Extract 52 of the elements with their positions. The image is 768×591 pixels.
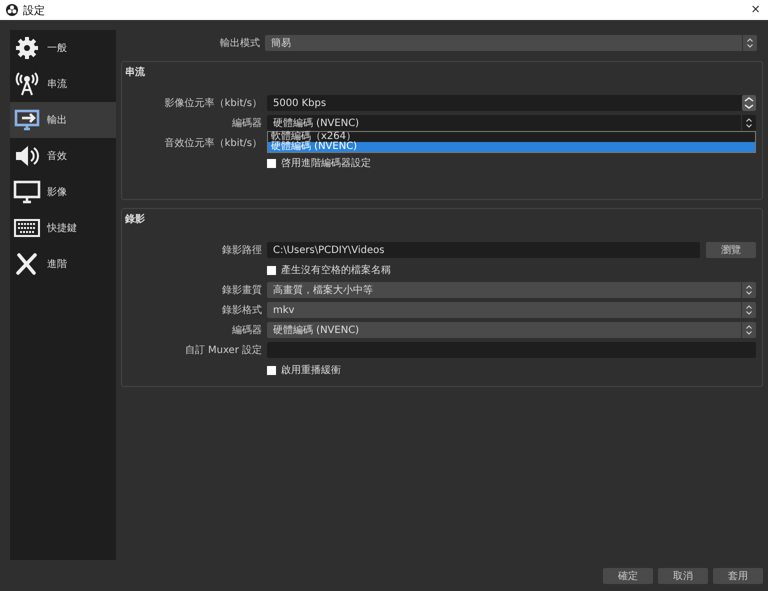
dialog-button[interactable]: 套用 [713,568,763,584]
dropdown[interactable]: 硬體編碼 (NVENC) [267,115,756,131]
monitor-arrow-icon [13,108,41,132]
field-label: 錄影格式 [221,304,262,317]
output-mode-dropdown[interactable]: 簡易 [265,34,757,50]
updown-arrow-icon [745,284,753,296]
sidebar-item[interactable]: 快捷鍵 [10,210,116,246]
checkbox[interactable] [267,366,276,374]
app-logo-icon [6,4,18,16]
sidebar-item[interactable]: 進階 [10,246,116,282]
dropdown[interactable]: 高畫質，檔案大小中等 [267,282,756,298]
sidebar-item[interactable]: 串流 [10,66,116,102]
sidebar-item[interactable]: 音效 [10,138,116,174]
spin-arrows-icon [742,95,756,111]
field-label: 編碼器 [231,324,262,337]
updown-arrow-icon [746,36,754,48]
updown-arrow-icon [745,304,753,316]
dialog-button[interactable]: 取消 [658,568,708,584]
field-label: 輸出模式 [219,36,260,50]
checkbox-option[interactable]: 啓用進階編碼器設定 [267,156,756,170]
dropdown[interactable]: mkv [267,302,756,318]
group-title: 串流 [124,65,145,79]
field-label: 自訂 Muxer 設定 [184,344,262,357]
window-title: 設定 [23,2,45,18]
dialog-button[interactable]: 確定 [603,568,653,584]
browse-button[interactable]: 瀏覽 [706,242,756,258]
keyboard-icon [13,216,41,240]
updown-arrow-icon [745,117,753,129]
dropdown[interactable]: 硬體編碼 (NVENC) [267,322,756,338]
checkbox-option[interactable]: 啟用重播緩衝 [267,363,756,377]
spin-field[interactable]: 5000 Kbps [267,95,756,111]
sidebar-item[interactable]: 輸出 [10,102,116,138]
close-button[interactable]: × [749,2,762,18]
updown-arrow-icon [745,324,753,336]
checkbox[interactable] [267,158,276,168]
dropdown-option[interactable]: 軟體編碼（x264） [268,132,755,142]
path-field[interactable]: C:\Users\PCDIY\Videos [267,242,700,258]
group-title: 錄影 [124,212,145,226]
sidebar-item[interactable]: 影像 [10,174,116,210]
dropdown-option[interactable]: 硬體編碼 (NVENC) [268,142,755,152]
field-label: 錄影畫質 [221,284,262,297]
field-label: 音效位元率（kbit/s） [164,136,262,150]
field-label: 影像位元率（kbit/s） [164,96,262,110]
field-label: 錄影路徑 [221,244,262,257]
field-label: 編碼器 [231,117,262,130]
monitor-icon [13,180,41,204]
gear-icon [13,36,41,60]
checkbox-option[interactable]: 產生沒有空格的檔案名稱 [267,263,756,277]
checkbox[interactable] [267,266,276,274]
speaker-icon [13,144,41,168]
antenna-icon [13,72,41,96]
sidebar-item[interactable]: 一般 [10,30,116,66]
